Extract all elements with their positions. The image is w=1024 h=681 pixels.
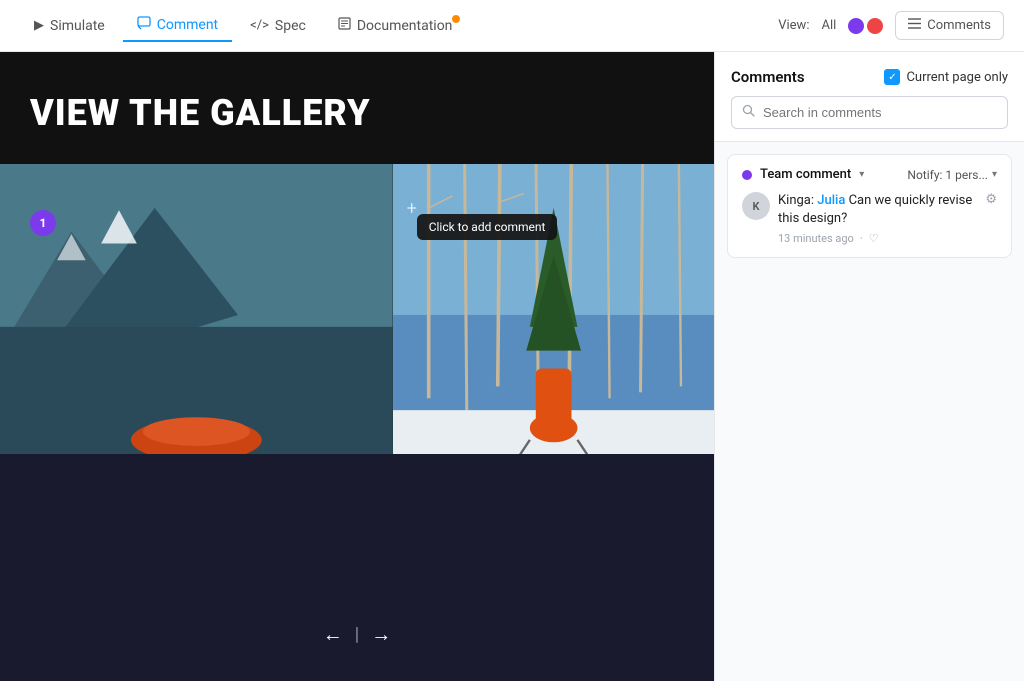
panel-header: Comments ✓ Current page only [715,52,1024,142]
comment-mention[interactable]: Julia [817,193,845,208]
comment-icon [137,16,151,34]
comment-gear-icon[interactable]: ⚙ [985,192,997,207]
topbar-right: View: All Comments [778,11,1004,40]
nav-divider: | [353,624,361,645]
canvas-area[interactable]: VIEW THE GALLERY [0,52,714,681]
comments-btn-label: Comments [927,18,991,33]
winter-image: + Click to add comment [393,164,714,454]
images-row: + Click to add comment [0,164,714,454]
panel-title: Comments [731,68,805,86]
canvas-navigation: ← | → [313,618,401,651]
search-box[interactable] [731,96,1008,129]
notify-chevron-icon[interactable]: ▾ [992,169,997,180]
search-comments-input[interactable] [763,105,997,120]
comments-toggle-button[interactable]: Comments [895,11,1004,40]
comments-panel: Comments ✓ Current page only [714,52,1024,681]
comment-author: Kinga: [778,193,814,208]
topbar: ▶ Simulate Comment </> Spec [0,0,1024,52]
comment-pin-1[interactable]: 1 [30,210,56,236]
tab-documentation[interactable]: Documentation [324,11,467,40]
comment-row: K Kinga: Julia Can we quickly revise thi… [742,192,997,245]
nav-tabs: ▶ Simulate Comment </> Spec [20,10,466,42]
kayak-image [0,164,393,454]
current-page-checkbox[interactable]: ✓ [884,69,900,85]
comments-list: Team comment ▾ Notify: 1 pers... ▾ K [715,142,1024,681]
comment-time: 13 minutes ago [778,232,854,245]
comment-meta-dot: · [860,232,863,245]
comment-thread-header: Team comment ▾ Notify: 1 pers... ▾ [742,167,997,182]
comment-meta: 13 minutes ago · ♡ [778,232,977,245]
view-dots[interactable] [848,18,883,34]
comment-text: Kinga: Julia Can we quickly revise this … [778,192,977,228]
tab-comment[interactable]: Comment [123,10,232,42]
hamburger-icon [908,18,921,33]
comment-body: Kinga: Julia Can we quickly revise this … [778,192,977,245]
current-page-checkbox-row[interactable]: ✓ Current page only [884,69,1008,85]
doc-icon [338,17,351,34]
panel-title-row: Comments ✓ Current page only [731,68,1008,86]
view-all-label: All [821,18,836,33]
gallery-header: VIEW THE GALLERY [0,52,714,164]
spec-icon: </> [250,18,269,33]
current-page-label: Current page only [906,70,1008,85]
comment-card: Team comment ▾ Notify: 1 pers... ▾ K [727,154,1012,258]
tab-simulate[interactable]: ▶ Simulate [20,12,119,40]
heart-icon[interactable]: ♡ [869,232,879,245]
avatar: K [742,192,770,220]
gallery-title: VIEW THE GALLERY [30,92,684,134]
team-dot [742,170,752,180]
dot-purple [848,18,864,34]
thread-name: Team comment [760,167,851,182]
view-label: View: [778,18,809,33]
search-icon [742,104,755,121]
simulate-icon: ▶ [34,18,44,33]
thread-right: Notify: 1 pers... ▾ [907,168,997,182]
tab-spec[interactable]: </> Spec [236,12,320,40]
prev-arrow[interactable]: ← [313,618,353,651]
main-area: VIEW THE GALLERY [0,52,1024,681]
thread-left: Team comment ▾ [742,167,864,182]
next-arrow[interactable]: → [361,618,401,651]
doc-badge [452,15,460,23]
dot-red [867,18,883,34]
thread-chevron-icon[interactable]: ▾ [859,169,864,180]
cursor-cross-icon: + [407,198,417,219]
notify-text: Notify: 1 pers... [907,168,988,182]
